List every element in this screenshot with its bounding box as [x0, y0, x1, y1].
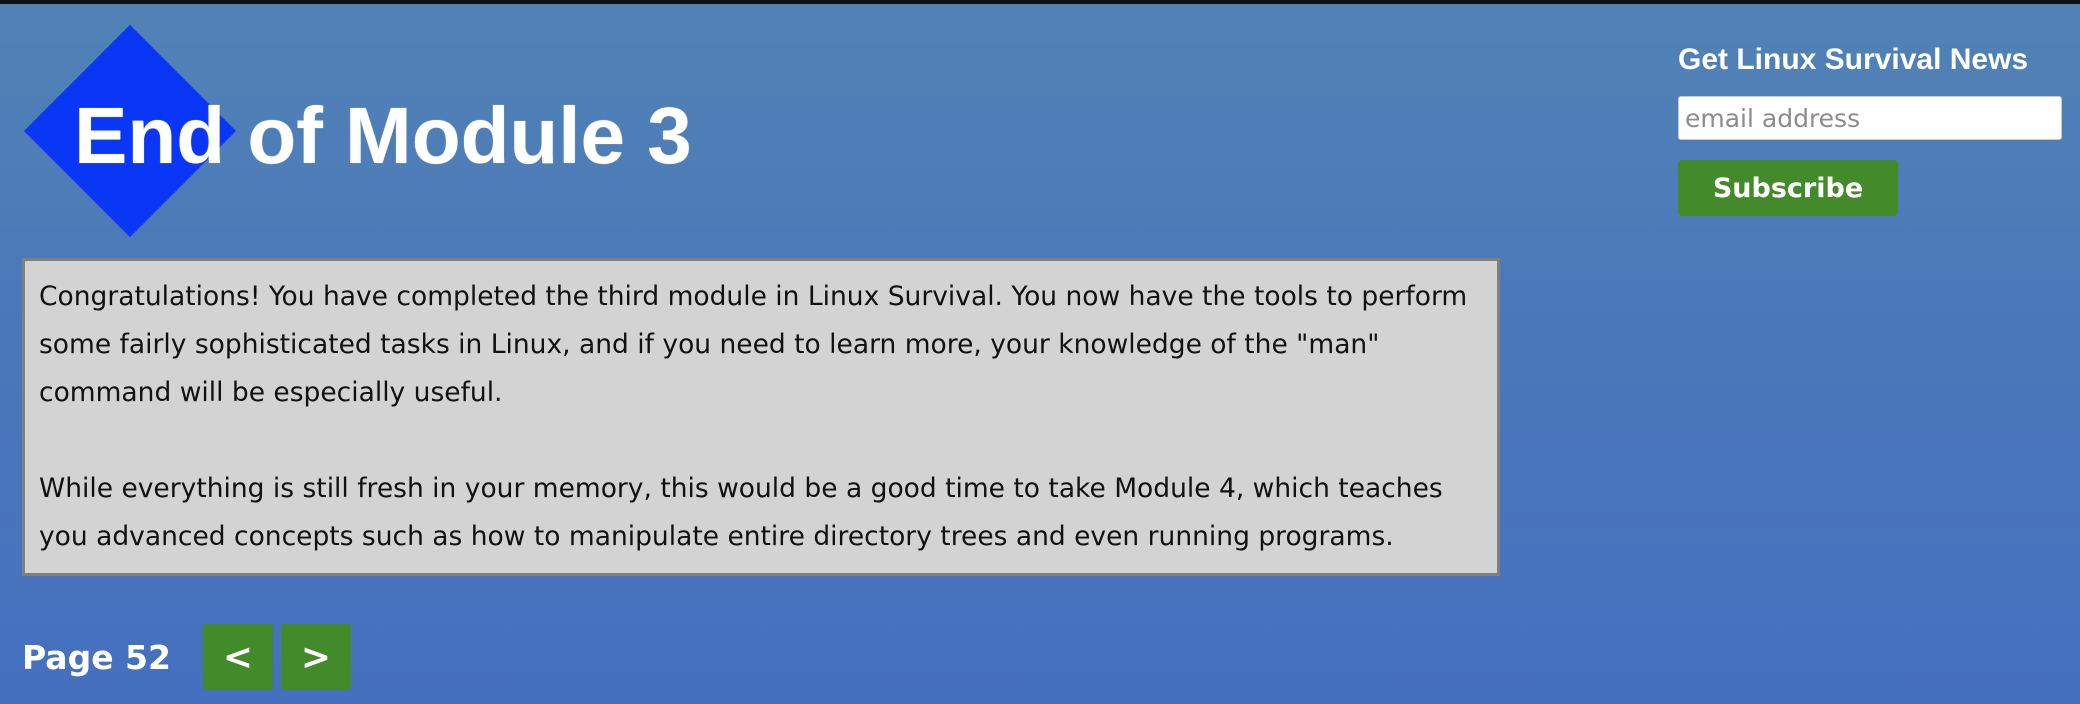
page-number-label: Page 52: [22, 637, 171, 677]
next-page-button[interactable]: >: [280, 624, 351, 690]
summary-paragraph-congratulations: Congratulations! You have completed the …: [39, 281, 1468, 408]
page-navigation: Page 52 < >: [22, 624, 359, 690]
previous-page-button[interactable]: <: [202, 624, 273, 690]
email-address-input[interactable]: [1678, 96, 2062, 140]
page-title: End of Module 3: [74, 91, 692, 180]
summary-paragraph-next-module: While everything is still fresh in your …: [39, 473, 1443, 552]
subscribe-button[interactable]: Subscribe: [1678, 160, 1898, 216]
page-header: End of Module 3: [0, 4, 1200, 244]
newsletter-heading: Get Linux Survival News: [1678, 43, 2029, 76]
newsletter-signup: Get Linux Survival News Subscribe: [1678, 40, 2068, 216]
module-summary-box: Congratulations! You have completed the …: [22, 258, 1500, 576]
